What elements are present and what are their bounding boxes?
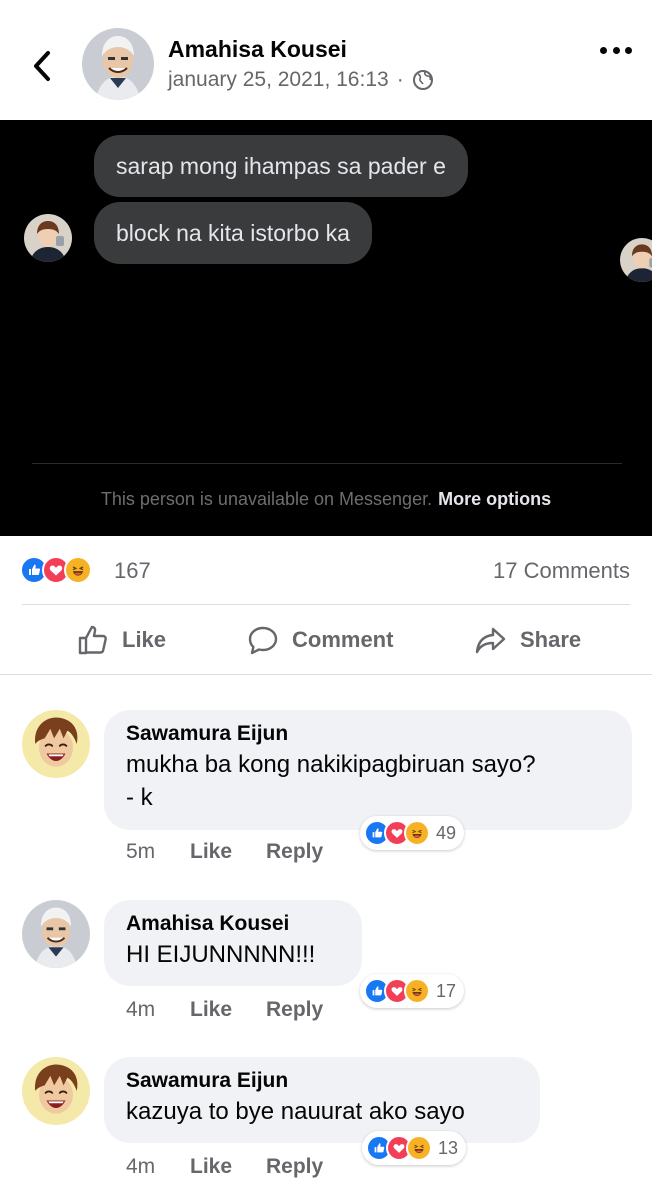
post-timestamp[interactable]: january 25, 2021, 16:13 [168,68,389,92]
commenter-name[interactable]: Sawamura Eijun [126,720,610,748]
comment-bubble: Sawamura Eijun kazuya to bye nauurat ako… [104,1057,540,1143]
comment-bubble: Amahisa Kousei HI EIJUNNNNN!!! [104,900,362,986]
share-label: Share [520,627,582,652]
divider [0,674,652,675]
comment-meta: 4m Like Reply [126,1155,323,1179]
commenter-name[interactable]: Amahisa Kousei [126,910,340,938]
comment-like-button[interactable]: Like [190,1155,266,1179]
haha-reaction-icon [404,820,430,846]
author-avatar[interactable] [82,28,154,100]
comment-time: 4m [126,1155,156,1178]
share-button[interactable]: Share [474,618,581,662]
comment-meta: 4m Like Reply [126,998,323,1022]
comment-like-button[interactable]: Like [190,998,266,1022]
haha-reaction-icon [406,1135,432,1161]
comment-bubble: Sawamura Eijun mukha ba kong nakikipagbi… [104,710,632,830]
dot [612,46,620,54]
comment-text: mukha ba kong nakikipagbiruan sayo? - k [126,751,536,811]
haha-reaction-icon [64,556,92,584]
meta-separator: · [396,68,404,91]
post-header: Amahisa Kousei january 25, 2021, 16:13 · [0,0,652,120]
comment-reply-button[interactable]: Reply [266,1155,323,1179]
divider [32,463,622,464]
action-bar: Like Comment Share [0,610,652,670]
comment-text: kazuya to bye nauurat ako sayo [126,1098,465,1125]
divider [22,604,630,605]
dot [625,46,632,54]
speech-bubble-icon [248,626,278,655]
back-button[interactable] [22,42,62,90]
comment-reply-button[interactable]: Reply [266,840,323,864]
notice-text: This person is unavailable on Messenger. [100,489,433,509]
message-bubble: sarap mong ihampas sa pader e [94,135,468,197]
comments-count[interactable]: 17 Comments [493,558,630,584]
haha-reaction-icon [404,978,430,1004]
like-label: Like [122,627,167,652]
comment-time: 4m [126,998,156,1021]
comment-reactions[interactable]: 13 [362,1131,467,1165]
unavailable-notice: This person is unavailable on Messenger.… [0,489,652,510]
comment-reactions[interactable]: 17 [360,974,465,1008]
seen-avatar [620,238,652,282]
commenter-avatar[interactable] [22,1057,90,1125]
commenter-avatar[interactable] [22,710,90,778]
reaction-count: 13 [438,1137,459,1158]
comment-reactions[interactable]: 49 [360,816,465,850]
comment-reply-button[interactable]: Reply [266,998,323,1022]
post-image[interactable]: sarap mong ihampas sa pader e block na k… [0,120,652,536]
post-meta: january 25, 2021, 16:13 · [168,68,434,92]
commenter-name[interactable]: Sawamura Eijun [126,1067,518,1095]
reaction-count: 49 [436,822,457,843]
share-arrow-icon [475,627,506,654]
reaction-count: 17 [436,980,457,1001]
comment-button[interactable]: Comment [246,618,393,662]
comment-text: HI EIJUNNNNN!!! [126,941,316,968]
thumbs-up-icon [78,625,107,655]
like-button[interactable]: Like [76,618,166,662]
message-avatar [24,214,72,262]
chevron-left-icon [34,51,50,81]
dot [600,46,607,54]
comment-label: Comment [292,627,394,652]
comment-time: 5m [126,840,156,863]
reaction-count[interactable]: 167 [114,558,151,584]
commenter-avatar[interactable] [22,900,90,968]
more-options-link: More options [438,489,552,509]
reaction-summary: 167 17 Comments [0,552,652,592]
author-name[interactable]: Amahisa Kousei [168,36,347,63]
comment-meta: 5m Like Reply [126,840,323,864]
message-bubble: block na kita istorbo ka [94,202,372,264]
comment-like-button[interactable]: Like [190,840,266,864]
more-options-button[interactable] [600,38,632,62]
globe-icon [412,70,433,90]
reaction-icons[interactable] [20,556,92,584]
